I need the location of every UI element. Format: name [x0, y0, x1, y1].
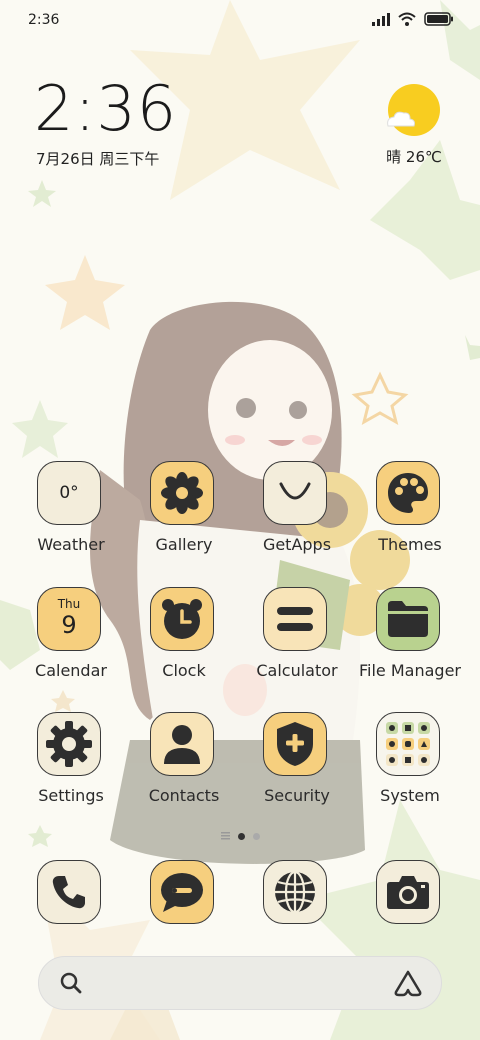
app-contacts[interactable]: Contacts — [129, 712, 239, 812]
folder-icon — [376, 587, 440, 651]
app-clock[interactable]: Clock — [129, 587, 239, 687]
app-label: Themes — [378, 535, 442, 554]
app-calculator[interactable]: Calculator — [242, 587, 352, 687]
person-icon — [150, 712, 214, 776]
dock-browser[interactable] — [242, 860, 352, 960]
app-label: Calculator — [256, 661, 338, 680]
gear-icon — [37, 712, 101, 776]
app-file-manager[interactable]: File Manager — [355, 587, 465, 687]
app-settings[interactable]: Settings — [16, 712, 126, 812]
globe-icon — [263, 860, 327, 924]
dock-camera[interactable] — [355, 860, 465, 960]
camera-icon — [376, 860, 440, 924]
weather-icon: 0° — [37, 461, 101, 525]
app-weather[interactable]: 0° Weather — [16, 461, 126, 561]
app-label: Calendar — [35, 661, 107, 680]
app-security[interactable]: Security — [242, 712, 352, 812]
phone-icon — [37, 860, 101, 924]
app-calendar[interactable]: Thu 9 Calendar — [16, 587, 126, 687]
message-icon — [150, 860, 214, 924]
folder-grid-icon — [376, 712, 440, 776]
battery-icon — [424, 12, 453, 26]
search-icon — [60, 972, 82, 994]
search-bar[interactable] — [38, 956, 442, 1010]
page-indicator[interactable] — [200, 829, 280, 843]
assistant-icon[interactable] — [393, 969, 423, 997]
calendar-icon-day: Thu — [57, 597, 81, 611]
app-label: Weather — [37, 535, 105, 554]
clock-widget-time[interactable]: 2:36 — [34, 78, 177, 140]
page-dot — [252, 832, 260, 840]
shield-plus-icon — [263, 712, 327, 776]
app-getapps[interactable]: GetApps — [242, 461, 352, 561]
app-label: File Manager — [359, 661, 461, 680]
app-label: Contacts — [148, 786, 220, 805]
status-icons — [372, 12, 454, 26]
calendar-icon: Thu 9 — [37, 587, 101, 651]
dock-phone[interactable] — [16, 860, 126, 960]
wifi-icon — [398, 12, 416, 26]
weather-widget[interactable]: 晴 26℃ — [384, 84, 444, 166]
palette-icon — [376, 461, 440, 525]
weather-condition: 晴 — [386, 148, 402, 166]
app-label: Gallery — [155, 535, 213, 554]
equals-icon — [263, 587, 327, 651]
status-time: 2:36 — [28, 12, 60, 28]
page-dot-active — [237, 832, 245, 840]
weather-temperature: 26℃ — [405, 148, 442, 166]
app-label: GetApps — [262, 535, 332, 554]
flower-icon — [150, 461, 214, 525]
signal-icon — [372, 12, 390, 26]
app-label: Clock — [162, 661, 206, 680]
sun-cloud-icon — [387, 84, 440, 136]
weather-icon-temp: 0° — [59, 483, 79, 503]
smile-bag-icon — [263, 461, 327, 525]
app-gallery[interactable]: Gallery — [129, 461, 239, 561]
alarm-clock-icon — [150, 587, 214, 651]
app-label: System — [380, 786, 440, 805]
dock-messages[interactable] — [129, 860, 239, 960]
clock-widget-date[interactable]: 7月26日 周三下午 — [36, 148, 159, 169]
app-system-folder[interactable]: System — [355, 712, 465, 812]
calendar-icon-date: 9 — [61, 611, 77, 639]
status-bar: 2:36 — [0, 0, 480, 42]
weather-widget-text: 晴 26℃ — [364, 146, 464, 167]
app-label: Settings — [38, 786, 104, 805]
app-label: Security — [264, 786, 330, 805]
menu-lines-icon — [220, 832, 230, 840]
app-themes[interactable]: Themes — [355, 461, 465, 561]
